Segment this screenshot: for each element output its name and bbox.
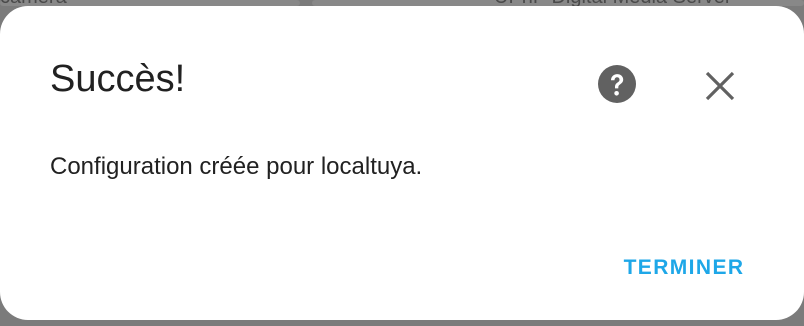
finish-button[interactable]: TERMINER: [606, 248, 762, 288]
help-icon[interactable]: [597, 64, 637, 104]
dialog-title: Succès!: [50, 58, 186, 100]
dialog-message: Configuration créée pour localtuya.: [50, 153, 423, 180]
success-dialog: Succès! Configuration créée pour localtu…: [0, 6, 804, 320]
close-icon[interactable]: [700, 66, 740, 106]
